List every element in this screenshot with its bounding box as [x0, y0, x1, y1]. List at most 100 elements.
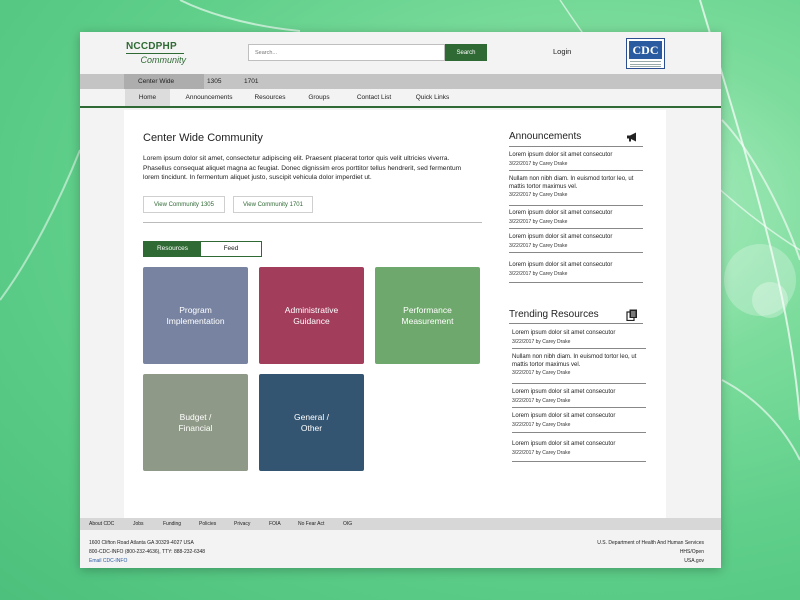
trending-meta: 3/22/2017 by Carey Drake [512, 338, 571, 345]
nav-announcements[interactable]: Announcements [178, 89, 240, 106]
trending-item[interactable]: Lorem ipsum dolor sit amet consecutor 3/… [512, 441, 646, 456]
cdc-logo-tagline [630, 61, 661, 69]
site-footer: 1600 Clifton Road Atlanta GA 30329-4027 … [80, 530, 721, 568]
announcement-text: Lorem ipsum dolor sit amet consecutor [509, 152, 613, 158]
footer-right-links: U.S. Department of Health And Human Serv… [597, 539, 704, 566]
nav-groups[interactable]: Groups [300, 89, 338, 106]
tile-label-line1: Administrative [284, 304, 339, 315]
tile-label: Program Implementation [166, 305, 224, 327]
footer-email-link[interactable]: Email CDC-INFO [89, 557, 205, 566]
tile-label-line1: Performance [403, 304, 452, 315]
community-tab-1305[interactable]: 1305 [207, 74, 221, 89]
tile-program-implementation[interactable]: Program Implementation [143, 267, 248, 364]
toggle-resources[interactable]: Resources [144, 242, 201, 256]
trending-item[interactable]: Lorem ipsum dolor sit amet consecutor 3/… [512, 330, 646, 345]
item-separator [509, 228, 643, 229]
community-tab-center-wide[interactable]: Center Wide [124, 74, 204, 89]
announcement-item[interactable]: Nullam non nibh diam. In euismod tortor … [509, 176, 643, 198]
announcement-item[interactable]: Lorem ipsum dolor sit amet consecutor 3/… [509, 152, 643, 167]
announcement-text: Nullam non nibh diam. In euismod tortor … [509, 176, 634, 190]
announcement-text: Lorem ipsum dolor sit amet consecutor [509, 234, 613, 240]
page-title: Center Wide Community [143, 132, 263, 144]
tile-label-line2: Guidance [293, 315, 330, 326]
trending-item[interactable]: Lorem ipsum dolor sit amet consecutor 3/… [512, 389, 646, 404]
tile-performance-measurement[interactable]: Performance Measurement [375, 267, 480, 364]
nav-contact-list[interactable]: Contact List [350, 89, 398, 106]
announcement-text: Lorem ipsum dolor sit amet consecutor [509, 210, 613, 216]
footer-contact: 1600 Clifton Road Atlanta GA 30329-4027 … [89, 539, 205, 566]
tile-label-line2: Financial [178, 422, 213, 433]
tile-budget-financial[interactable]: Budget / Financial [143, 374, 248, 471]
browser-window: NCCDPHP Community Search Login CDC Cente… [80, 32, 721, 568]
search-button[interactable]: Search [445, 44, 487, 61]
trending-item[interactable]: Nullam non nibh diam. In euismod tortor … [512, 354, 646, 376]
trending-rule [509, 323, 643, 324]
footer-link-oig[interactable]: OIG [343, 518, 352, 530]
megaphone-icon [627, 132, 636, 142]
footer-link-about[interactable]: About CDC [89, 518, 114, 530]
tile-label-line1: Budget / [179, 411, 212, 422]
tile-label-line1: General / [294, 411, 329, 422]
item-separator [512, 432, 646, 433]
toggle-feed[interactable]: Feed [201, 242, 261, 256]
community-tab-1701[interactable]: 1701 [244, 74, 258, 89]
footer-hhs-link[interactable]: U.S. Department of Health And Human Serv… [597, 539, 704, 548]
footer-link-funding[interactable]: Funding [163, 518, 181, 530]
resources-feed-toggle: Resources Feed [143, 241, 262, 257]
footer-link-policies[interactable]: Policies [199, 518, 216, 530]
brand-name: NCCDPHP [126, 41, 177, 52]
trending-text: Lorem ipsum dolor sit amet consecutor [512, 389, 616, 395]
trending-meta: 3/22/2017 by Carey Drake [512, 421, 571, 428]
footer-hhs-open-link[interactable]: HHS/Open [597, 548, 704, 557]
nav-home[interactable]: Home [125, 89, 170, 106]
announcement-item[interactable]: Lorem ipsum dolor sit amet consecutor 3/… [509, 210, 643, 225]
footer-link-jobs[interactable]: Jobs [133, 518, 144, 530]
view-community-1701-button[interactable]: View Community 1701 [233, 196, 313, 213]
search-input[interactable] [248, 44, 445, 61]
announcement-meta: 3/22/2017 by Carey Drake [509, 270, 568, 277]
nav-resources[interactable]: Resources [248, 89, 292, 106]
tile-label: Performance Measurement [402, 305, 454, 327]
footer-address: 1600 Clifton Road Atlanta GA 30329-4027 … [89, 540, 194, 546]
site-logo[interactable]: NCCDPHP Community [126, 41, 186, 65]
footer-nav: About CDC Jobs Funding Policies Privacy … [80, 518, 721, 530]
trending-text: Nullam non nibh diam. In euismod tortor … [512, 354, 637, 368]
announcements-title: Announcements [509, 131, 582, 142]
tile-label: General / Other [294, 412, 329, 434]
tile-label: Administrative Guidance [285, 305, 338, 327]
footer-link-no-fear-act[interactable]: No Fear Act [298, 518, 324, 530]
brand-rule [126, 53, 184, 54]
documents-icon [626, 309, 637, 321]
announcement-item[interactable]: Lorem ipsum dolor sit amet consecutor 3/… [509, 234, 643, 249]
login-link[interactable]: Login [553, 47, 571, 56]
site-header: NCCDPHP Community Search Login CDC [80, 32, 721, 74]
community-bar: Center Wide 1305 1701 [80, 74, 721, 89]
tile-general-other[interactable]: General / Other [259, 374, 364, 471]
main-nav: Home Announcements Resources Groups Cont… [80, 89, 721, 108]
footer-link-privacy[interactable]: Privacy [234, 518, 250, 530]
announcement-text: Lorem ipsum dolor sit amet consecutor [509, 262, 613, 268]
view-community-1305-button[interactable]: View Community 1305 [143, 196, 225, 213]
tile-label-line2: Implementation [166, 315, 225, 326]
trending-text: Lorem ipsum dolor sit amet consecutor [512, 441, 616, 447]
tile-administrative-guidance[interactable]: Administrative Guidance [259, 267, 364, 364]
nav-quick-links[interactable]: Quick Links [410, 89, 455, 106]
trending-meta: 3/22/2017 by Carey Drake [512, 370, 571, 377]
footer-link-foia[interactable]: FOIA [269, 518, 281, 530]
item-separator [509, 205, 643, 206]
announcement-item[interactable]: Lorem ipsum dolor sit amet consecutor 3/… [509, 262, 643, 277]
trending-title: Trending Resources [509, 309, 599, 320]
announcement-meta: 3/22/2017 by Carey Drake [509, 218, 568, 225]
cdc-logo-text: CDC [629, 41, 662, 59]
brand-subtitle: Community [140, 55, 186, 65]
trending-text: Lorem ipsum dolor sit amet consecutor [512, 413, 616, 419]
main-content: Center Wide Community Lorem ipsum dolor … [124, 110, 666, 518]
footer-usagov-link[interactable]: USA.gov [597, 557, 704, 566]
item-separator [512, 461, 646, 462]
trending-meta: 3/22/2017 by Carey Drake [512, 449, 571, 456]
intro-text: Lorem ipsum dolor sit amet, consectetur … [143, 155, 462, 182]
tile-label-line1: Program [179, 304, 212, 315]
cdc-logo[interactable]: CDC [626, 38, 665, 69]
trending-item[interactable]: Lorem ipsum dolor sit amet consecutor 3/… [512, 413, 646, 428]
announcements-rule [509, 146, 643, 147]
